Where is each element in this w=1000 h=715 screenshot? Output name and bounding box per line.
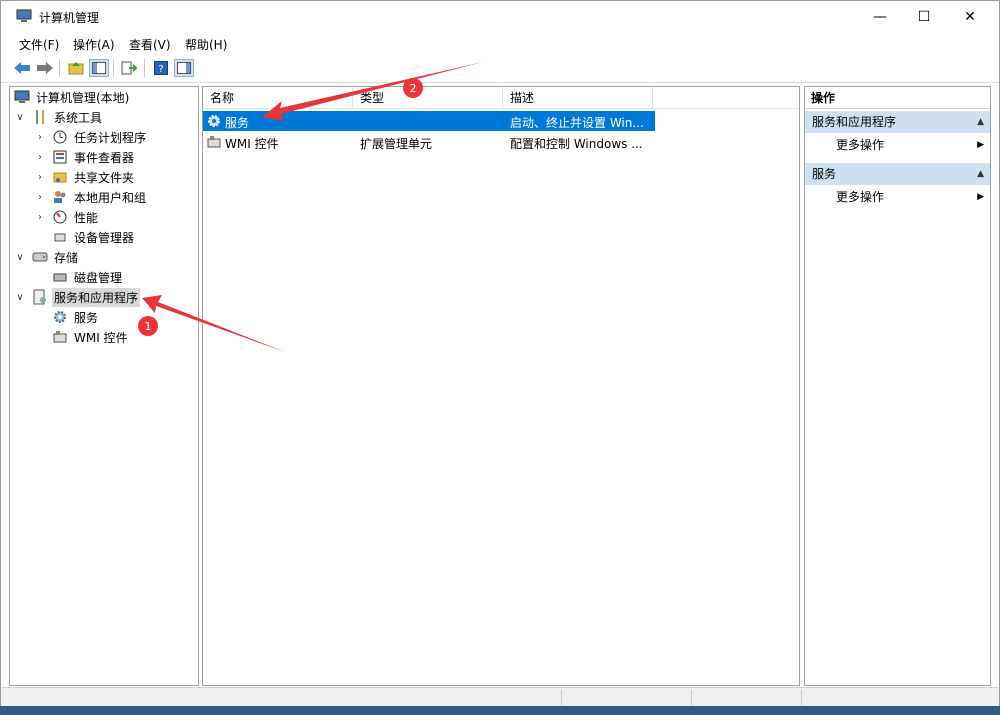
submenu-arrow-icon: ▶: [977, 192, 984, 202]
action-more-actions[interactable]: 更多操作 ▶: [805, 185, 990, 209]
action-section-services[interactable]: 服务 ▲: [805, 163, 990, 185]
minimize-button[interactable]: —: [857, 1, 903, 32]
menu-help[interactable]: 帮助(H): [185, 36, 227, 53]
wmi-icon: [52, 329, 68, 345]
storage-icon: [32, 249, 48, 265]
tree-item-wmi-control[interactable]: WMI 控件: [52, 327, 130, 347]
tree-item-services[interactable]: 服务: [52, 307, 100, 327]
chevron-right-icon[interactable]: ›: [34, 172, 46, 183]
list-row-services[interactable]: 服务 启动、终止并设置 Win...: [203, 111, 655, 131]
menu-bar: 文件(F) 操作(A) 查看(V) 帮助(H): [1, 32, 999, 54]
column-description[interactable]: 描述: [503, 87, 653, 109]
action-section-services-apps[interactable]: 服务和应用程序 ▲: [805, 111, 990, 133]
taskbar: [0, 706, 1000, 715]
up-folder-icon[interactable]: [66, 59, 86, 77]
action-more-actions[interactable]: 更多操作 ▶: [805, 133, 990, 157]
back-arrow-icon[interactable]: [12, 59, 32, 77]
app-window: 计算机管理 — ☐ ✕ 文件(F) 操作(A) 查看(V) 帮助(H) ? 计算…: [0, 0, 1000, 706]
annotation-badge-1: 1: [138, 316, 158, 336]
chevron-right-icon[interactable]: ›: [34, 192, 46, 203]
collapse-triangle-icon[interactable]: ▲: [977, 163, 984, 185]
tree-item-device-manager[interactable]: 设备管理器: [52, 227, 136, 247]
performance-icon: [52, 209, 68, 225]
services-apps-icon: [32, 289, 48, 305]
gear-icon: [52, 309, 68, 325]
menu-action[interactable]: 操作(A): [73, 36, 115, 53]
menu-view[interactable]: 查看(V): [129, 36, 171, 53]
list-row-wmi[interactable]: WMI 控件 扩展管理单元 配置和控制 Windows ...: [203, 132, 655, 152]
tree-item-local-users[interactable]: › 本地用户和组: [34, 187, 148, 207]
tree-item-disk-management[interactable]: 磁盘管理: [52, 267, 124, 287]
tree-item-shared-folders[interactable]: › 共享文件夹: [34, 167, 136, 187]
chevron-right-icon[interactable]: ›: [34, 212, 46, 223]
computer-icon: [14, 89, 30, 105]
disk-icon: [52, 269, 68, 285]
title-bar: 计算机管理 — ☐ ✕: [1, 1, 999, 32]
annotation-badge-2: 2: [403, 78, 423, 98]
clock-icon: [52, 129, 68, 145]
expand-chevron-icon[interactable]: ∨: [14, 292, 26, 303]
expand-chevron-icon[interactable]: ∨: [14, 252, 26, 263]
show-hide-tree-icon[interactable]: [89, 59, 109, 77]
help-icon[interactable]: ?: [151, 59, 171, 77]
gear-icon: [207, 114, 223, 131]
wmi-icon: [207, 135, 223, 152]
maximize-button[interactable]: ☐: [901, 1, 947, 32]
event-viewer-icon: [52, 149, 68, 165]
tree-item-system-tools[interactable]: ∨ 系统工具: [14, 107, 104, 127]
submenu-arrow-icon: ▶: [977, 140, 984, 150]
results-list: 名称 类型 描述 服务 启动、终止并设置 Win... WMI 控件 扩展管理单…: [202, 86, 800, 686]
users-icon: [52, 189, 68, 205]
tools-icon: [32, 109, 48, 125]
console-tree: 计算机管理(本地) ∨ 系统工具 › 任务计划程序 › 事件查看器 › 共享文件…: [9, 86, 199, 686]
expand-chevron-icon[interactable]: ∨: [14, 112, 26, 123]
tree-item-performance[interactable]: › 性能: [34, 207, 100, 227]
column-name[interactable]: 名称: [203, 87, 353, 109]
device-manager-icon: [52, 229, 68, 245]
menu-file[interactable]: 文件(F): [19, 36, 59, 53]
status-bar: [1, 687, 999, 706]
toolbar: ?: [1, 54, 999, 83]
computer-management-icon: [16, 9, 32, 23]
export-list-icon[interactable]: [119, 59, 139, 77]
show-hide-action-pane-icon[interactable]: [174, 59, 194, 77]
collapse-triangle-icon[interactable]: ▲: [977, 111, 984, 133]
tree-item-event-viewer[interactable]: › 事件查看器: [34, 147, 136, 167]
tree-item-task-scheduler[interactable]: › 任务计划程序: [34, 127, 148, 147]
column-type[interactable]: 类型: [353, 87, 503, 109]
actions-title: 操作: [805, 87, 990, 109]
close-button[interactable]: ✕: [947, 1, 993, 32]
tree-item-storage[interactable]: ∨ 存储: [14, 247, 80, 267]
list-header: 名称 类型 描述: [203, 87, 799, 109]
svg-text:?: ?: [158, 64, 163, 75]
window-title: 计算机管理: [39, 11, 100, 25]
actions-pane: 操作 服务和应用程序 ▲ 更多操作 ▶ 服务 ▲ 更多操作 ▶: [804, 86, 991, 686]
tree-item-services-and-applications[interactable]: ∨ 服务和应用程序: [14, 287, 141, 307]
shared-folder-icon: [52, 169, 68, 185]
chevron-right-icon[interactable]: ›: [34, 132, 46, 143]
forward-arrow-icon[interactable]: [35, 59, 55, 77]
tree-item-root[interactable]: 计算机管理(本地): [14, 87, 131, 107]
chevron-right-icon[interactable]: ›: [34, 152, 46, 163]
